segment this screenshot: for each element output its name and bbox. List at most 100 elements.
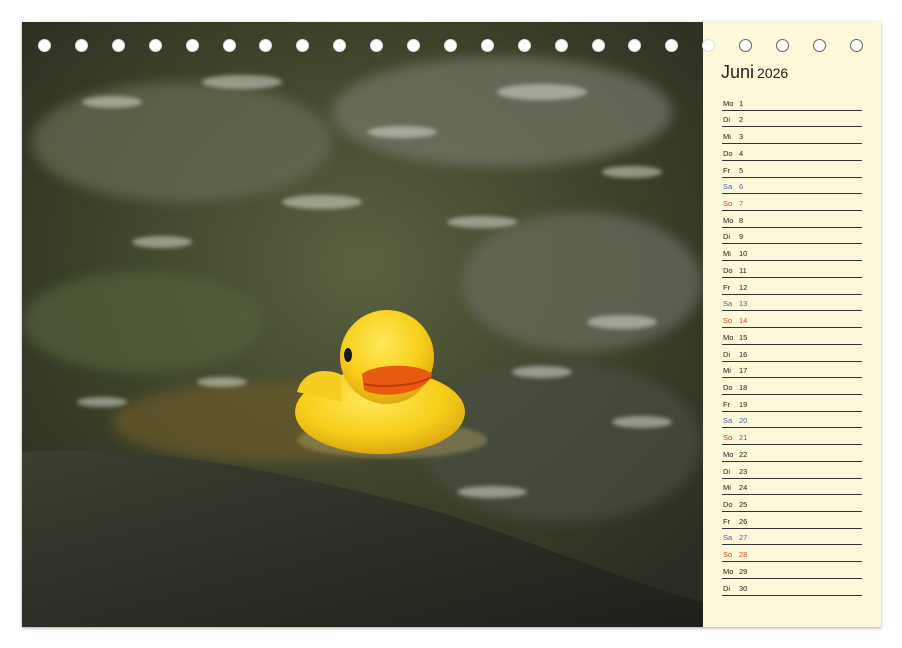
binding-hole bbox=[370, 39, 384, 52]
day-number: 2 bbox=[739, 115, 744, 125]
day-row: Sa 27 bbox=[722, 529, 862, 546]
binding-hole bbox=[517, 39, 531, 52]
binding-hole bbox=[628, 39, 642, 52]
weekday-label: Fr bbox=[723, 165, 731, 175]
weekday-label: Di bbox=[723, 466, 731, 476]
weekday-label: Do bbox=[723, 382, 733, 392]
photo-illustration bbox=[22, 22, 703, 627]
day-number: 9 bbox=[739, 232, 744, 242]
day-number: 6 bbox=[739, 182, 744, 192]
day-number: 14 bbox=[739, 316, 748, 326]
weekday-label: Mo bbox=[723, 566, 734, 576]
weekday-label: Sa bbox=[723, 416, 733, 426]
day-number: 24 bbox=[739, 483, 748, 493]
weekday-label: Sa bbox=[723, 182, 733, 192]
weekday-label: Sa bbox=[723, 299, 733, 309]
day-row: Mi 3 bbox=[722, 127, 862, 145]
day-number: 3 bbox=[739, 132, 744, 142]
binding-hole bbox=[74, 39, 88, 52]
weekday-label: Mi bbox=[723, 249, 731, 259]
month-name: Juni bbox=[721, 62, 755, 82]
day-row: So 14 bbox=[722, 311, 862, 329]
binding-hole bbox=[739, 39, 753, 52]
day-number: 10 bbox=[739, 249, 748, 259]
day-row: Do 11 bbox=[722, 261, 862, 278]
month-title: Juni 2026 bbox=[721, 62, 788, 83]
binding-hole bbox=[776, 39, 789, 52]
day-number: 27 bbox=[739, 533, 748, 543]
day-row: Mi 24 bbox=[722, 479, 862, 496]
day-number: 5 bbox=[739, 165, 744, 175]
day-row: Sa 20 bbox=[722, 412, 862, 429]
weekday-label: Do bbox=[723, 148, 733, 158]
weekday-label: Di bbox=[723, 349, 731, 359]
day-row: Di 23 bbox=[722, 462, 862, 479]
day-number: 4 bbox=[739, 148, 744, 158]
day-row: Fr 19 bbox=[722, 395, 862, 412]
day-row: Di 16 bbox=[722, 345, 862, 362]
binding-hole bbox=[480, 39, 494, 52]
binding-hole bbox=[296, 39, 310, 52]
day-row: So 7 bbox=[722, 194, 862, 212]
day-row: Fr 5 bbox=[722, 161, 862, 178]
day-row: So 21 bbox=[722, 428, 862, 446]
calendar-panel: Juni 2026 Mo 1 Di 2 Mi 3 Do 4 Fr 5 Sa 6 So 7 Mo 8 Di 9 Mi 10… bbox=[703, 22, 881, 627]
weekday-label: Do bbox=[723, 265, 733, 275]
day-number: 28 bbox=[739, 550, 748, 560]
weekday-label: So bbox=[723, 433, 733, 443]
day-number: 20 bbox=[739, 416, 748, 426]
weekday-label: Di bbox=[723, 583, 731, 593]
weekday-label: Mo bbox=[723, 332, 734, 342]
day-number: 1 bbox=[739, 98, 744, 108]
weekday-label: Mi bbox=[723, 483, 731, 493]
binding-hole bbox=[665, 39, 679, 52]
binding-holes bbox=[22, 39, 881, 57]
day-row: Mo 29 bbox=[722, 562, 862, 579]
day-number: 11 bbox=[739, 265, 747, 275]
binding-hole bbox=[185, 39, 199, 52]
day-list: Mo 1 Di 2 Mi 3 Do 4 Fr 5 Sa 6 So 7 Mo 8 Di 9 Mi 10 Do 11 Fr 12 S… bbox=[722, 94, 862, 596]
weekday-label: Di bbox=[723, 115, 731, 125]
binding-hole bbox=[259, 39, 273, 52]
day-row: Mo 8 bbox=[722, 211, 862, 228]
weekday-label: Mi bbox=[723, 366, 731, 376]
binding-hole bbox=[554, 39, 568, 52]
weekday-label: Do bbox=[723, 499, 733, 509]
binding-hole bbox=[591, 39, 605, 52]
month-year: 2026 bbox=[757, 65, 789, 81]
calendar-page: Juni 2026 Mo 1 Di 2 Mi 3 Do 4 Fr 5 Sa 6 So 7 Mo 8 Di 9 Mi 10… bbox=[22, 22, 881, 627]
day-number: 13 bbox=[739, 299, 748, 309]
day-number: 21 bbox=[739, 433, 748, 443]
weekday-label: Mo bbox=[723, 449, 734, 459]
weekday-label: So bbox=[723, 316, 733, 326]
weekday-label: So bbox=[723, 199, 733, 209]
weekday-label: Di bbox=[723, 232, 731, 242]
day-row: Mi 10 bbox=[722, 244, 862, 262]
day-row: Di 9 bbox=[722, 228, 862, 245]
binding-hole bbox=[333, 39, 347, 52]
day-row: Mo 15 bbox=[722, 328, 862, 345]
day-row: Di 2 bbox=[722, 111, 862, 128]
weekday-label: Mi bbox=[723, 132, 731, 142]
weekday-label: Fr bbox=[723, 516, 731, 526]
day-number: 29 bbox=[739, 566, 748, 576]
weekday-label: Sa bbox=[723, 533, 733, 543]
binding-hole bbox=[702, 39, 716, 52]
day-row: Do 4 bbox=[722, 144, 862, 161]
day-row: Do 25 bbox=[722, 495, 862, 512]
binding-hole bbox=[849, 39, 863, 52]
day-row: So 28 bbox=[722, 545, 862, 563]
weekday-label: Mo bbox=[723, 98, 734, 108]
day-number: 25 bbox=[739, 499, 748, 509]
day-row: Sa 13 bbox=[722, 295, 862, 312]
day-row: Sa 6 bbox=[722, 178, 862, 195]
day-row: Mo 22 bbox=[722, 445, 862, 462]
day-row: Di 30 bbox=[722, 579, 862, 596]
binding-hole bbox=[38, 39, 51, 52]
day-row: Mi 17 bbox=[722, 362, 862, 379]
day-number: 12 bbox=[739, 282, 748, 292]
day-row: Fr 12 bbox=[722, 278, 862, 295]
day-number: 18 bbox=[739, 382, 748, 392]
day-number: 23 bbox=[739, 466, 748, 476]
binding-hole bbox=[812, 39, 826, 52]
